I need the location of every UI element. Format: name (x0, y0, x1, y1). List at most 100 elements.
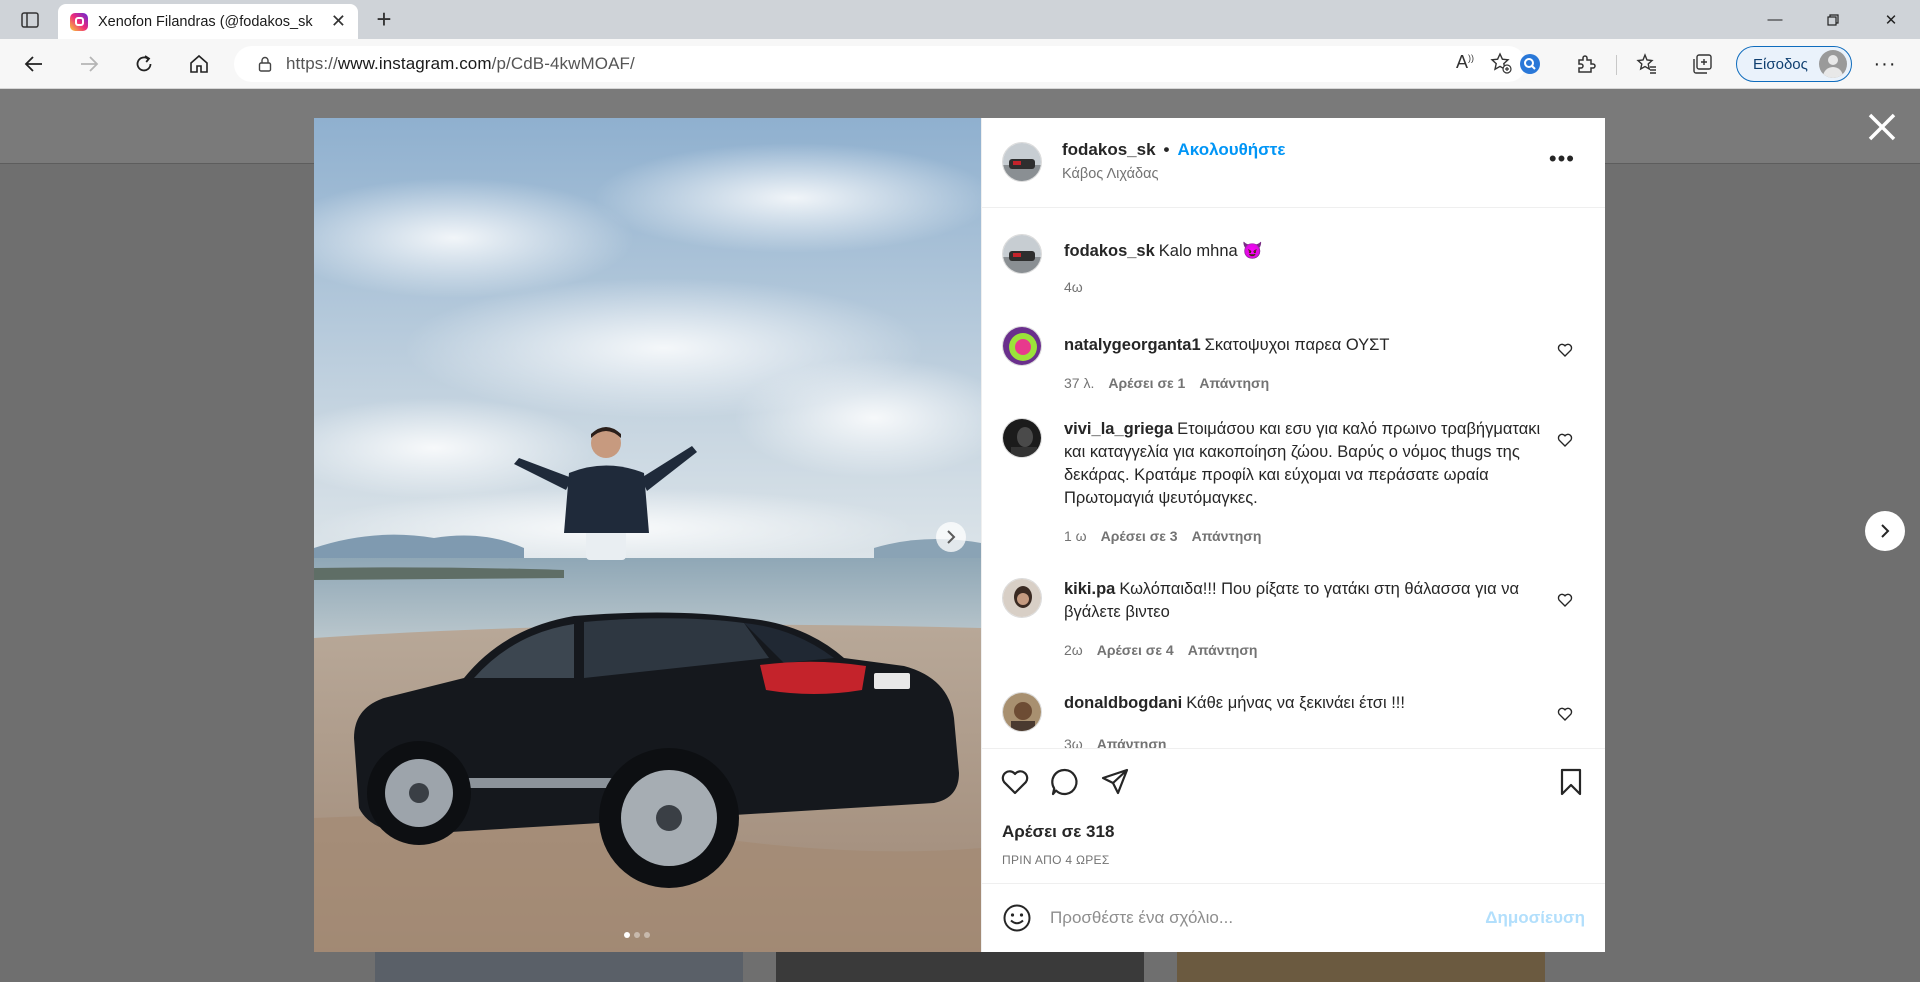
comment-time[interactable]: 1 ω (1064, 528, 1087, 544)
comment-likes[interactable]: Αρέσει σε 1 (1108, 375, 1185, 391)
tab-close-icon[interactable]: ✕ (331, 11, 346, 32)
instagram-favicon-icon (70, 12, 88, 31)
separator-dot: • (1163, 140, 1170, 159)
back-arrow-icon[interactable] (17, 48, 51, 80)
reply-button[interactable]: Απάντηση (1199, 375, 1269, 391)
caption-meta: 4ω (1064, 279, 1083, 295)
comment-meta: 3ω Απάντηση (1064, 736, 1166, 748)
restore-icon[interactable] (1804, 0, 1862, 39)
like-heart-icon[interactable] (1000, 767, 1030, 797)
url-text: https://www.instagram.com/p/CdB-4kwMOAF/ (286, 54, 635, 73)
comment-like-heart-icon[interactable] (1557, 342, 1573, 358)
comment-time[interactable]: 2ω (1064, 642, 1083, 658)
commenter-username[interactable]: donaldbogdani (1064, 694, 1182, 712)
author-avatar[interactable] (1002, 234, 1042, 274)
next-post-button[interactable] (1865, 511, 1905, 551)
minimize-icon[interactable]: — (1746, 0, 1804, 39)
browser-tab-bar: Xenofon Filandras (@fodakos_sk ✕ + — ✕ (0, 0, 1920, 39)
window-controls: — ✕ (1746, 0, 1920, 39)
comment-text: natalygeorganta1 Σκατοψυχοι παρεα ΟΥΣΤ (1064, 334, 1554, 357)
reply-button[interactable]: Απάντηση (1097, 736, 1167, 748)
favorite-add-icon[interactable] (1490, 52, 1512, 79)
reply-button[interactable]: Απάντηση (1188, 642, 1258, 658)
grid-thumbnail[interactable] (776, 949, 1144, 982)
follow-button[interactable]: Ακολουθήστε (1178, 140, 1286, 160)
home-icon[interactable] (182, 48, 216, 80)
extensions-puzzle-icon[interactable] (1569, 48, 1603, 80)
comment-meta: 2ω Αρέσει σε 4 Απάντηση (1064, 642, 1257, 658)
comment-likes[interactable]: Αρέσει σε 4 (1097, 642, 1174, 658)
browser-toolbar: https://www.instagram.com/p/CdB-4kwMOAF/… (0, 39, 1920, 89)
author-avatar[interactable] (1002, 142, 1042, 182)
publish-comment-button[interactable]: Δημοσίευση (1485, 908, 1585, 928)
caption-time[interactable]: 4ω (1064, 279, 1083, 295)
comment-meta: 37 λ. Αρέσει σε 1 Απάντηση (1064, 375, 1269, 391)
forward-arrow-icon[interactable] (72, 48, 106, 80)
window-close-icon[interactable]: ✕ (1862, 0, 1920, 39)
comment-like-heart-icon[interactable] (1557, 432, 1573, 448)
post-photo[interactable] (314, 118, 981, 952)
grid-thumbnail[interactable] (375, 949, 743, 982)
comment-bubble-icon[interactable] (1050, 767, 1080, 797)
post-timestamp[interactable]: ΠΡΙΝ ΑΠΟ 4 ΩΡΕΣ (1002, 853, 1110, 867)
commenter-avatar[interactable] (1002, 418, 1042, 458)
comment-like-heart-icon[interactable] (1557, 706, 1573, 722)
author-line: fodakos_sk • Ακολουθήστε (1062, 140, 1285, 160)
comment-meta: 1 ω Αρέσει σε 3 Απάντηση (1064, 528, 1261, 544)
read-aloud-icon[interactable]: A)) (1456, 52, 1474, 79)
grid-thumbnail[interactable] (1177, 949, 1545, 982)
comment-likes[interactable]: Αρέσει σε 3 (1101, 528, 1178, 544)
refresh-icon[interactable] (127, 48, 161, 80)
save-bookmark-icon[interactable] (1556, 767, 1586, 797)
collections-icon[interactable] (1685, 48, 1719, 80)
close-modal-icon[interactable] (1862, 107, 1902, 147)
carousel-dots (624, 932, 650, 938)
settings-more-icon[interactable]: ··· (1868, 48, 1902, 80)
post-location[interactable]: Κάβος Λιχάδας (1062, 166, 1158, 182)
sign-in-button[interactable]: Είσοδος (1736, 46, 1852, 82)
tab-actions-icon[interactable] (10, 8, 50, 32)
emoji-icon[interactable] (1002, 903, 1032, 933)
commenter-avatar[interactable] (1002, 692, 1042, 732)
comment-time[interactable]: 37 λ. (1064, 375, 1094, 391)
more-options-icon[interactable]: ••• (1549, 146, 1575, 172)
favorites-icon[interactable] (1630, 48, 1664, 80)
search-extension-icon[interactable] (1513, 48, 1547, 80)
post-header: fodakos_sk • Ακολουθήστε Κάβος Λιχάδας •… (982, 118, 1605, 208)
comment-like-heart-icon[interactable] (1557, 592, 1573, 608)
commenter-username[interactable]: natalygeorganta1 (1064, 336, 1201, 354)
commenter-avatar[interactable] (1002, 326, 1042, 366)
comment-body: Σκατοψυχοι παρεα ΟΥΣΤ (1204, 336, 1390, 354)
share-send-icon[interactable] (1100, 767, 1130, 797)
caption-username[interactable]: fodakos_sk (1064, 242, 1155, 260)
toolbar-divider (1616, 55, 1617, 75)
comment-text: vivi_la_griega Ετοιμάσου και εσυ για καλό… (1064, 418, 1554, 510)
carousel-dot (644, 932, 650, 938)
comments-list[interactable]: fodakos_sk Kalo mhna 😈 4ω natalygeorganta… (982, 208, 1605, 748)
comment-body: Κωλόπαιδα!!! Που ρίξατε το γατάκι στη θά… (1064, 580, 1519, 621)
commenter-username[interactable]: kiki.pa (1064, 580, 1115, 598)
likes-count[interactable]: Αρέσει σε 318 (1002, 822, 1114, 842)
comment-body: Κάθε μήνας να ξεκινάει έτσι !!! (1186, 694, 1405, 712)
commenter-avatar[interactable] (1002, 578, 1042, 618)
address-bar[interactable]: https://www.instagram.com/p/CdB-4kwMOAF/… (234, 46, 1526, 82)
post-side-panel: fodakos_sk • Ακολουθήστε Κάβος Λιχάδας •… (981, 118, 1605, 952)
browser-tab-active[interactable]: Xenofon Filandras (@fodakos_sk ✕ (58, 4, 358, 39)
chevron-right-icon (947, 530, 956, 544)
carousel-next-button[interactable] (936, 522, 966, 552)
comment-text: donaldbogdani Κάθε μήνας να ξεκινάει έτσι… (1064, 692, 1554, 715)
comment-input[interactable] (1050, 902, 1470, 934)
carousel-dot-active (624, 932, 630, 938)
author-username[interactable]: fodakos_sk (1062, 140, 1156, 160)
comment-time[interactable]: 3ω (1064, 736, 1083, 748)
lock-icon[interactable] (258, 56, 272, 72)
comment-text: kiki.pa Κωλόπαιδα!!! Που ρίξατε το γατάκι… (1064, 578, 1554, 624)
post-actions: Αρέσει σε 318 ΠΡΙΝ ΑΠΟ 4 ΩΡΕΣ (982, 748, 1605, 883)
chevron-right-icon (1881, 524, 1890, 538)
car-photo-image (314, 118, 981, 952)
post-modal: fodakos_sk • Ακολουθήστε Κάβος Λιχάδας •… (314, 118, 1605, 952)
new-tab-icon[interactable]: + (370, 6, 398, 34)
reply-button[interactable]: Απάντηση (1192, 528, 1262, 544)
commenter-username[interactable]: vivi_la_griega (1064, 420, 1173, 438)
caption-body: Kalo mhna 😈 (1158, 242, 1263, 260)
